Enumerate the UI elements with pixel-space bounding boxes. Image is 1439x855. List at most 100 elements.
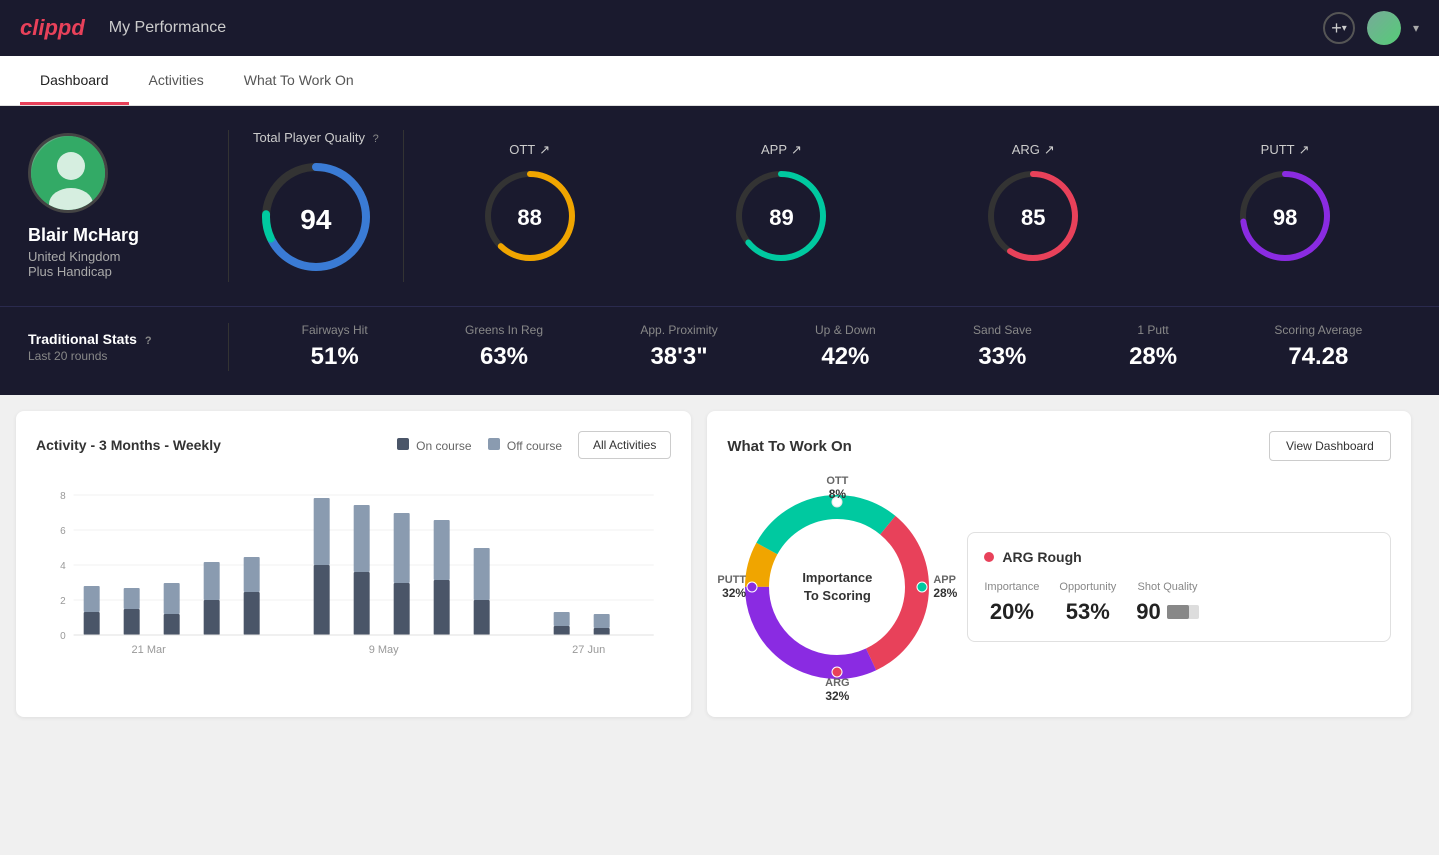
- quality-section: Total Player Quality ? 94 OTT ↗: [228, 130, 1411, 282]
- arg-importance: Importance 20%: [984, 581, 1039, 625]
- trad-metrics: Fairways Hit 51% Greens In Reg 63% App. …: [228, 323, 1411, 371]
- proximity-label: App. Proximity: [640, 323, 717, 337]
- trad-metric-scoring: Scoring Average 74.28: [1274, 323, 1362, 371]
- tab-activities[interactable]: Activities: [129, 56, 224, 105]
- wtwo-title: What To Work On: [727, 438, 851, 455]
- quality-label: Total Player Quality ?: [253, 130, 379, 145]
- legend-off-icon: [488, 438, 500, 450]
- app-ring: 89: [731, 166, 831, 271]
- player-handicap: Plus Handicap: [28, 264, 112, 279]
- putt-ring: 98: [1235, 166, 1335, 271]
- oneputt-value: 28%: [1129, 343, 1177, 371]
- app-logo[interactable]: clippd: [20, 15, 85, 41]
- putt-score: 98: [1273, 205, 1297, 231]
- legend-on-icon: [397, 438, 409, 450]
- putt-trend-icon: ↗: [1299, 142, 1310, 158]
- activity-chart-svg: 8 6 4 2 0: [36, 475, 671, 675]
- tab-dashboard[interactable]: Dashboard: [20, 56, 129, 105]
- svg-text:8: 8: [60, 491, 66, 502]
- view-dashboard-button[interactable]: View Dashboard: [1269, 431, 1391, 461]
- main-score: 94: [300, 204, 331, 236]
- legend-off-course: Off course: [488, 438, 562, 453]
- legend-on-course: On course: [397, 438, 472, 453]
- player-avatar: [28, 133, 108, 213]
- arg-donut-label: ARG 32%: [825, 677, 849, 703]
- player-info: Blair McHarg United Kingdom Plus Handica…: [28, 133, 228, 279]
- metric-ott: OTT ↗ 88: [480, 142, 580, 271]
- ott-donut-label: OTT 8%: [826, 475, 848, 501]
- header: clippd My Performance + ▾ ▾: [0, 0, 1439, 56]
- activity-title: Activity - 3 Months - Weekly: [36, 437, 221, 453]
- arg-card: ARG Rough Importance 20% Opportunity 53%…: [967, 532, 1391, 642]
- avatar-image: [1367, 11, 1401, 45]
- fairways-value: 51%: [302, 343, 368, 371]
- putt-label: PUTT ↗: [1261, 142, 1310, 158]
- trad-metric-fairways: Fairways Hit 51%: [302, 323, 368, 371]
- header-left: clippd My Performance: [20, 15, 226, 41]
- putt-donut-label: PUTT 32%: [717, 574, 746, 600]
- gir-label: Greens In Reg: [465, 323, 543, 337]
- shot-quality-indicator: [1167, 605, 1199, 619]
- add-button[interactable]: + ▾: [1323, 12, 1355, 44]
- trad-stats: Traditional Stats ? Last 20 rounds Fairw…: [0, 306, 1439, 395]
- fairways-label: Fairways Hit: [302, 323, 368, 337]
- updown-label: Up & Down: [815, 323, 876, 337]
- player-country: United Kingdom: [28, 249, 121, 264]
- updown-value: 42%: [815, 343, 876, 371]
- tab-what-to-work-on[interactable]: What To Work On: [224, 56, 374, 105]
- activity-chart: 8 6 4 2 0: [36, 475, 671, 675]
- bottom-panels: Activity - 3 Months - Weekly On course O…: [0, 395, 1439, 733]
- all-activities-button[interactable]: All Activities: [578, 431, 671, 459]
- arg-importance-value: 20%: [984, 599, 1039, 625]
- arg-dot-icon: [984, 552, 994, 562]
- oneputt-label: 1 Putt: [1129, 323, 1177, 337]
- trad-metric-gir: Greens In Reg 63%: [465, 323, 543, 371]
- arg-metrics: Importance 20% Opportunity 53% Shot Qual…: [984, 581, 1374, 625]
- header-title: My Performance: [109, 19, 226, 37]
- proximity-value: 38'3": [640, 343, 717, 371]
- ott-ring: 88: [480, 166, 580, 271]
- arg-card-title: ARG Rough: [984, 549, 1374, 565]
- stats-banner: Blair McHarg United Kingdom Plus Handica…: [0, 106, 1439, 306]
- arg-shot-quality-label: Shot Quality: [1136, 581, 1198, 593]
- svg-text:9 May: 9 May: [369, 644, 399, 656]
- svg-text:27 Jun: 27 Jun: [572, 644, 605, 656]
- sandsave-value: 33%: [973, 343, 1032, 371]
- scoring-value: 74.28: [1274, 343, 1362, 371]
- scoring-label: Scoring Average: [1274, 323, 1362, 337]
- metric-arg: ARG ↗ 85: [983, 142, 1083, 271]
- trad-metric-updown: Up & Down 42%: [815, 323, 876, 371]
- plus-icon: +: [1331, 18, 1342, 39]
- trad-help-icon[interactable]: ?: [145, 335, 152, 347]
- arg-shot-quality-value: 90: [1136, 599, 1160, 625]
- main-ring-container: 94: [256, 157, 376, 282]
- chart-legend: On course Off course: [397, 438, 562, 453]
- app-trend-icon: ↗: [791, 142, 802, 158]
- app-donut-label: APP 28%: [933, 574, 957, 600]
- trad-metric-proximity: App. Proximity 38'3": [640, 323, 717, 371]
- metric-app: APP ↗ 89: [731, 142, 831, 271]
- svg-text:4: 4: [60, 561, 66, 572]
- trad-stats-title: Traditional Stats ?: [28, 331, 228, 347]
- arg-label: ARG ↗: [1012, 142, 1055, 158]
- arg-opportunity: Opportunity 53%: [1059, 581, 1116, 625]
- player-avatar-svg: [31, 136, 108, 213]
- player-name: Blair McHarg: [28, 225, 139, 246]
- nav-tabs: Dashboard Activities What To Work On: [0, 56, 1439, 106]
- ott-label: OTT ↗: [509, 142, 550, 158]
- wtwo-panel: What To Work On View Dashboard: [707, 411, 1411, 717]
- arg-ring: 85: [983, 166, 1083, 271]
- app-label: APP ↗: [761, 142, 802, 158]
- wtwo-content: ImportanceTo Scoring OTT 8% APP 28% ARG …: [727, 477, 1391, 697]
- trad-metric-sandsave: Sand Save 33%: [973, 323, 1032, 371]
- metric-putt: PUTT ↗ 98: [1235, 142, 1335, 271]
- svg-text:21 Mar: 21 Mar: [132, 644, 167, 656]
- user-avatar[interactable]: [1367, 11, 1401, 45]
- avatar-chevron-icon: ▾: [1413, 21, 1419, 35]
- ott-trend-icon: ↗: [539, 142, 550, 158]
- quality-main: Total Player Quality ? 94: [253, 130, 404, 282]
- quality-help-icon[interactable]: ?: [373, 133, 379, 145]
- chevron-down-icon: ▾: [1342, 23, 1347, 34]
- trad-metric-oneputt: 1 Putt 28%: [1129, 323, 1177, 371]
- arg-importance-label: Importance: [984, 581, 1039, 593]
